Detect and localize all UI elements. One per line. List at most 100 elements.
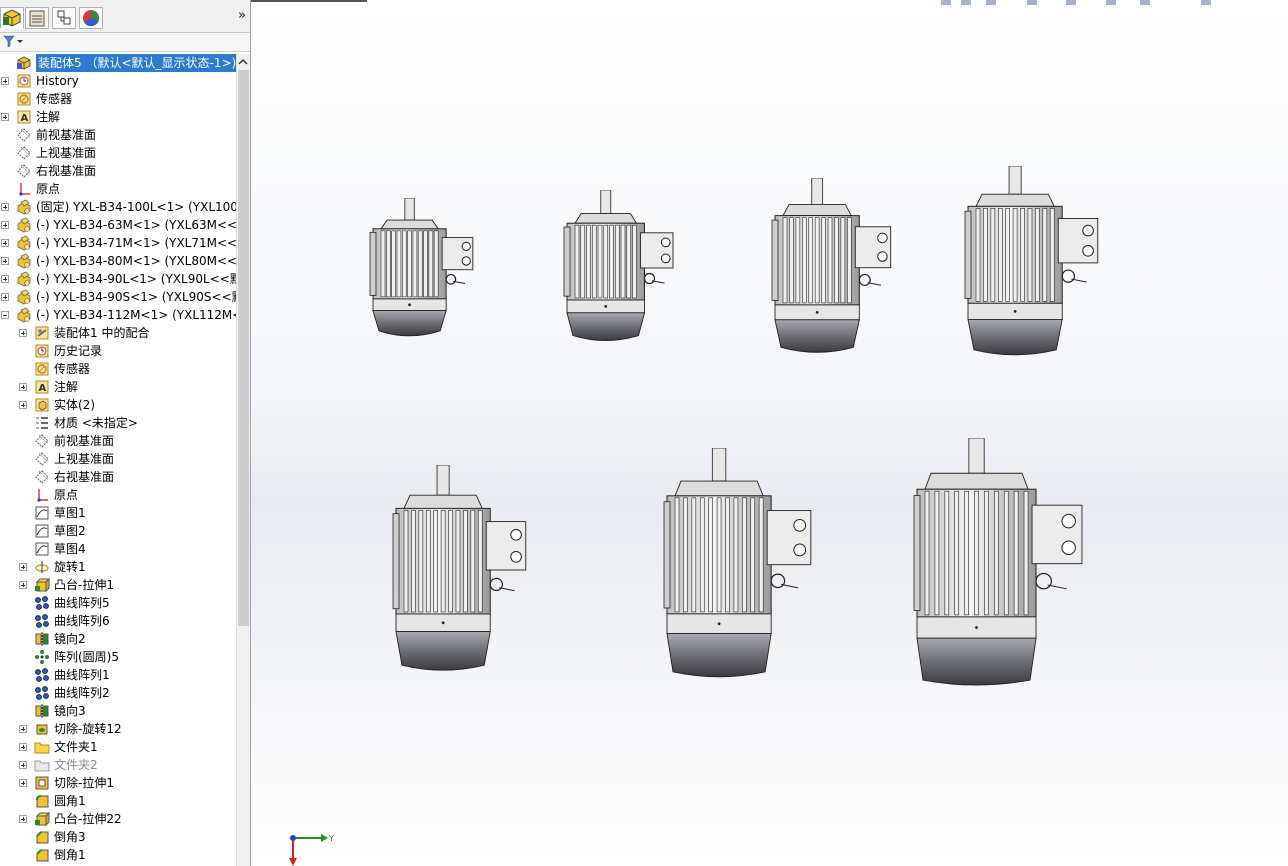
expand-icon[interactable] — [1, 221, 9, 229]
tree-item[interactable]: 凸台-拉伸22 — [0, 810, 236, 828]
tree-item[interactable]: A 注解 — [0, 108, 236, 126]
tree-item[interactable]: 实体(2) — [0, 396, 236, 414]
filter-icon[interactable] — [3, 34, 27, 50]
tree-item[interactable]: (-) YXL-B34-90L<1> (YXL90L<<默认 — [0, 270, 236, 288]
heads-up-toolbar-icon[interactable] — [961, 0, 971, 5]
feature-manager-panel: » 装配体5 （默认<默认_显示状态-1>) History 传感器 A 注解 前视基准面… — [0, 0, 251, 866]
tree-item[interactable]: 切除-拉伸1 — [0, 774, 236, 792]
tree-item-label: 装配体5 （默认<默认_显示状态-1>) — [34, 54, 236, 73]
tree-item[interactable]: 镜向3 — [0, 702, 236, 720]
motor-yxl-90l[interactable] — [392, 464, 544, 685]
expand-icon[interactable] — [19, 725, 27, 733]
tree-item[interactable]: 曲线阵列6 — [0, 612, 236, 630]
expand-icon[interactable] — [19, 779, 27, 787]
expand-icon[interactable] — [19, 743, 27, 751]
heads-up-toolbar-icon[interactable] — [1027, 0, 1037, 5]
tree-item[interactable]: 前视基准面 — [0, 126, 236, 144]
tree-item[interactable]: (-) YXL-B34-112M<1> (YXL112M< — [0, 306, 236, 324]
heads-up-toolbar-icon[interactable] — [1106, 0, 1116, 5]
scrollbar-thumb[interactable] — [238, 70, 249, 626]
heads-up-toolbar-icon[interactable] — [1066, 0, 1076, 5]
tree-item[interactable]: 材质 <未指定> — [0, 414, 236, 432]
graphics-viewport[interactable]: Y — [251, 0, 1288, 866]
tree-item-label: 切除-旋转12 — [54, 722, 122, 736]
motor-yxl-112m[interactable] — [913, 437, 1105, 704]
expand-icon[interactable] — [1, 203, 9, 211]
expand-icon[interactable] — [1, 257, 9, 265]
collapse-icon[interactable] — [1, 311, 9, 319]
tree-item[interactable]: 右视基准面 — [0, 162, 236, 180]
motor-yxl-71m[interactable] — [563, 189, 688, 350]
tree-item[interactable]: 装配体1 中的配合 — [0, 324, 236, 342]
tree-item-label: 草图4 — [54, 542, 86, 556]
expand-icon[interactable] — [19, 401, 27, 409]
expand-icon[interactable] — [1, 293, 9, 301]
tree-item[interactable]: 倒角1 — [0, 846, 236, 864]
heads-up-toolbar-icon[interactable] — [941, 0, 951, 5]
tree-item[interactable]: 草图1 — [0, 504, 236, 522]
tree-item[interactable]: History — [0, 72, 236, 90]
motor-yxl-63m[interactable] — [369, 197, 487, 344]
expand-icon[interactable] — [19, 761, 27, 769]
tree-item[interactable]: A 注解 — [0, 378, 236, 396]
tree-item-label: 阵列(圆周)5 — [54, 650, 119, 664]
tree-item[interactable]: 文件夹1 — [0, 738, 236, 756]
expand-icon[interactable] — [19, 383, 27, 391]
sensor-icon — [17, 92, 31, 106]
motor-yxl-100l[interactable] — [663, 447, 831, 694]
tree-item[interactable]: 装配体5 （默认<默认_显示状态-1>) — [0, 54, 236, 73]
expand-icon[interactable] — [19, 329, 27, 337]
viewport-top-strip — [251, 0, 367, 2]
tree-item[interactable]: 历史记录 — [0, 342, 236, 360]
tree-item-label: 切除-拉伸1 — [54, 776, 114, 790]
property-manager-tab[interactable] — [25, 7, 49, 29]
motor-yxl-90s[interactable] — [964, 165, 1116, 368]
tree-item[interactable]: (固定) YXL-B34-100L<1> (YXL100L- — [0, 198, 236, 216]
curve-pattern-icon — [35, 614, 49, 628]
tree-item[interactable]: (-) YXL-B34-71M<1> (YXL71M<<默 — [0, 234, 236, 252]
expand-icon[interactable] — [1, 113, 9, 121]
tree-item[interactable]: 圆角1 — [0, 792, 236, 810]
motor-yxl-80m[interactable] — [771, 177, 907, 364]
tree-item[interactable]: 草图4 — [0, 540, 236, 558]
heads-up-toolbar-icon[interactable] — [1140, 0, 1150, 5]
tree-item[interactable]: 镜向2 — [0, 630, 236, 648]
tree-item[interactable]: (-) YXL-B34-63M<1> (YXL63M<<默 — [0, 216, 236, 234]
heads-up-toolbar-icon[interactable] — [1201, 0, 1211, 5]
tree-item[interactable]: (-) YXL-B34-90S<1> (YXL90S<<默认 — [0, 288, 236, 306]
tree-item[interactable]: 凸台-拉伸1 — [0, 576, 236, 594]
expand-panel-button[interactable]: » — [238, 8, 246, 23]
heads-up-toolbar-icon[interactable] — [986, 0, 996, 5]
annotation-icon: A — [17, 110, 31, 124]
filter-bar[interactable] — [0, 33, 250, 52]
display-manager-tab[interactable] — [79, 7, 103, 29]
expand-icon[interactable] — [1, 275, 9, 283]
tree-item[interactable]: 阵列(圆周)5 — [0, 648, 236, 666]
tree-item[interactable]: 旋转1 — [0, 558, 236, 576]
scroll-up-arrow-icon[interactable] — [237, 56, 249, 68]
tree-scrollbar[interactable] — [236, 54, 250, 866]
tree-item[interactable]: 前视基准面 — [0, 432, 236, 450]
tree-item[interactable]: 原点 — [0, 486, 236, 504]
tree-item[interactable]: 传感器 — [0, 360, 236, 378]
tree-item[interactable]: (-) YXL-B34-80M<1> (YXL80M<<默 — [0, 252, 236, 270]
tree-item[interactable]: 传感器 — [0, 90, 236, 108]
tree-item[interactable]: 切除-旋转12 — [0, 720, 236, 738]
expand-icon[interactable] — [1, 239, 9, 247]
tree-item[interactable]: 曲线阵列5 — [0, 594, 236, 612]
configuration-manager-tab[interactable] — [52, 7, 76, 29]
expand-icon[interactable] — [19, 815, 27, 823]
expand-icon[interactable] — [19, 563, 27, 571]
tree-item[interactable]: 原点 — [0, 180, 236, 198]
tree-item[interactable]: 曲线阵列2 — [0, 684, 236, 702]
tree-item[interactable]: 草图2 — [0, 522, 236, 540]
expand-icon[interactable] — [19, 581, 27, 589]
tree-item[interactable]: 文件夹2 — [0, 756, 236, 774]
tree-item[interactable]: 上视基准面 — [0, 450, 236, 468]
tree-item[interactable]: 右视基准面 — [0, 468, 236, 486]
featuremanager-tab[interactable] — [0, 7, 24, 29]
tree-item[interactable]: 上视基准面 — [0, 144, 236, 162]
tree-item[interactable]: 倒角3 — [0, 828, 236, 846]
tree-item[interactable]: 曲线阵列1 — [0, 666, 236, 684]
expand-icon[interactable] — [1, 77, 9, 85]
